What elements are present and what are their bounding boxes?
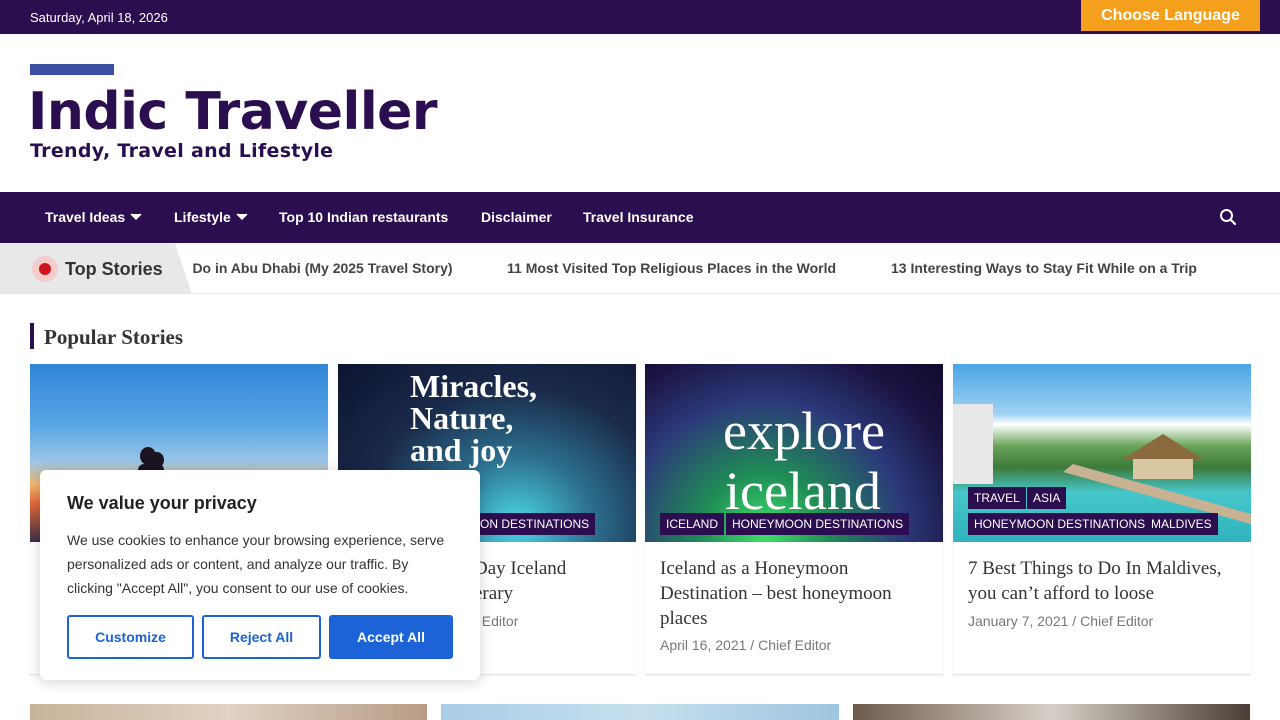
- story-card[interactable]: TRAVEL ASIA HONEYMOON DESTINATIONS MALDI…: [953, 364, 1251, 675]
- nav-item-label: Top 10 Indian restaurants: [279, 209, 449, 225]
- story-image-partial[interactable]: [30, 704, 427, 720]
- reject-all-button[interactable]: Reject All: [202, 615, 321, 659]
- site-logo-title[interactable]: Indic Traveller: [28, 82, 438, 142]
- category-tag[interactable]: HONEYMOON DESTINATIONS: [968, 513, 1152, 535]
- nav-item-label: Travel Insurance: [583, 209, 694, 225]
- category-tag[interactable]: MALDIVES: [1145, 513, 1218, 535]
- story-meta: April 16, 2021 / Chief Editor: [660, 637, 831, 653]
- story-image-partial[interactable]: [441, 704, 839, 720]
- live-dot-icon: [32, 256, 58, 282]
- story-title[interactable]: Iceland as a Honeymoon Destination – bes…: [660, 556, 928, 631]
- cookie-body-text: We use cookies to enhance your browsing …: [67, 532, 445, 596]
- image-caption-line: iceland: [725, 461, 881, 521]
- story-card[interactable]: explore iceland ICELAND HONEYMOON DESTIN…: [645, 364, 943, 675]
- site-tagline: Trendy, Travel and Lifestyle: [30, 140, 334, 162]
- nav-item-travel-insurance[interactable]: Travel Insurance: [583, 209, 694, 225]
- image-caption-line: and joy: [410, 432, 513, 468]
- story-image[interactable]: explore iceland ICELAND HONEYMOON DESTIN…: [645, 364, 943, 542]
- story-date[interactable]: April 16, 2021: [660, 637, 746, 653]
- meta-separator: /: [1072, 613, 1081, 629]
- ticker-item[interactable]: 11 Most Visited Top Religious Places in …: [507, 260, 836, 276]
- ticker-track: o Do in Abu Dhabi (My 2025 Travel Story)…: [192, 243, 1280, 293]
- story-image-partial[interactable]: [853, 704, 1250, 720]
- section-title: Popular Stories: [44, 325, 184, 349]
- story-meta: January 7, 2021 / Chief Editor: [968, 613, 1153, 629]
- chevron-down-icon: [236, 213, 248, 221]
- category-tag[interactable]: ASIA: [1027, 487, 1067, 509]
- top-stories-ticker: o Do in Abu Dhabi (My 2025 Travel Story)…: [0, 243, 1280, 294]
- image-caption-line: Miracles,: [410, 368, 538, 404]
- ticker-label-box: Top Stories: [0, 243, 192, 293]
- story-meta[interactable]: f Editor: [474, 613, 518, 629]
- cookie-consent-dialog: We value your privacy We use cookies to …: [40, 470, 480, 680]
- image-caption-line: Nature,: [410, 400, 514, 436]
- story-author[interactable]: Chief Editor: [1080, 613, 1153, 629]
- choose-language-button[interactable]: Choose Language: [1081, 0, 1260, 31]
- customize-button[interactable]: Customize: [67, 615, 194, 659]
- meta-separator: /: [750, 637, 759, 653]
- category-tag[interactable]: HONEYMOON DESTINATIONS: [726, 513, 910, 535]
- nav-item-label: Lifestyle: [174, 209, 231, 225]
- category-tag[interactable]: ON DESTINATIONS: [474, 513, 596, 535]
- nav-item-lifestyle[interactable]: Lifestyle: [174, 209, 248, 225]
- category-tag[interactable]: TRAVEL: [968, 487, 1026, 509]
- section-accent-bar: [30, 323, 34, 349]
- nav-item-disclaimer[interactable]: Disclaimer: [481, 209, 552, 225]
- ticker-item[interactable]: 13 Interesting Ways to Stay Fit While on…: [891, 260, 1197, 276]
- story-image[interactable]: TRAVEL ASIA HONEYMOON DESTINATIONS MALDI…: [953, 364, 1251, 542]
- ticker-label: Top Stories: [65, 259, 163, 279]
- cookie-title: We value your privacy: [67, 493, 257, 513]
- story-date[interactable]: January 7, 2021: [968, 613, 1068, 629]
- ticker-item[interactable]: o Do in Abu Dhabi (My 2025 Travel Story): [192, 260, 453, 276]
- current-date: Saturday, April 18, 2026: [30, 10, 168, 25]
- story-title[interactable]: Day Iceland erary: [474, 556, 624, 606]
- main-navigation: Travel Ideas Lifestyle Top 10 Indian res…: [0, 192, 1280, 243]
- nav-item-top-10-indian-restaurants[interactable]: Top 10 Indian restaurants: [279, 209, 448, 225]
- search-icon[interactable]: [1219, 208, 1237, 226]
- category-tag[interactable]: ICELAND: [660, 513, 725, 535]
- image-caption-line: explore: [723, 401, 885, 461]
- accept-all-button[interactable]: Accept All: [329, 615, 453, 659]
- story-title[interactable]: 7 Best Things to Do In Maldives, you can…: [968, 556, 1236, 606]
- nav-item-label: Travel Ideas: [45, 209, 126, 225]
- logo-accent-bar: [30, 64, 114, 75]
- nav-item-label: Disclaimer: [481, 209, 552, 225]
- nav-item-travel-ideas[interactable]: Travel Ideas: [45, 209, 142, 225]
- story-author[interactable]: Chief Editor: [758, 637, 831, 653]
- chevron-down-icon: [130, 213, 142, 221]
